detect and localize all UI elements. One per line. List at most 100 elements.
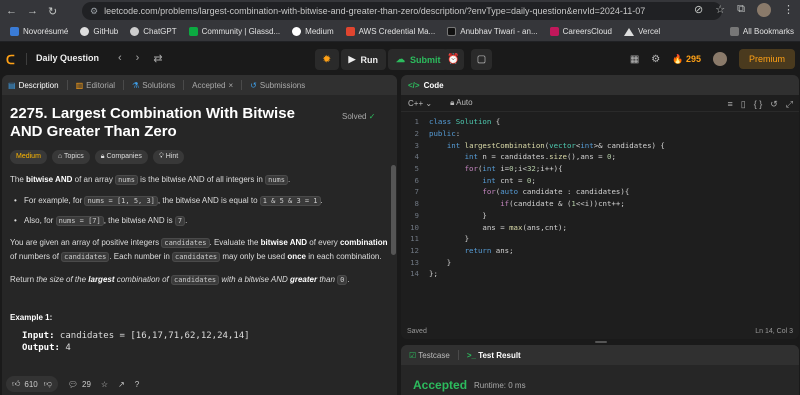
divider — [457, 350, 459, 360]
code-line[interactable]: 10 ans = max(ans,cnt); — [401, 221, 799, 233]
description-panel: ▤ Description ▥ Editorial ⚗ Solutions Accep… — [2, 75, 397, 395]
run-submit-group: ✹ ▶ Run ☁ Submit — [315, 49, 449, 70]
notes-button[interactable]: ▢ — [471, 49, 492, 70]
vote-group: 👍︎ 610 👎︎ — [6, 376, 58, 392]
close-icon[interactable]: × — [229, 81, 234, 90]
favorite-button[interactable]: ☆ — [101, 380, 108, 389]
debug-button[interactable]: ✹ — [315, 49, 339, 70]
prev-problem-icon[interactable]: ‹ — [118, 52, 122, 65]
bookmark-careerscloud[interactable]: CareersCloud — [549, 27, 612, 36]
code-line[interactable]: 13 } — [401, 256, 799, 268]
format-icon[interactable]: ≡ — [728, 99, 733, 110]
code-line[interactable]: 12 return ans; — [401, 245, 799, 257]
timer-button[interactable]: ⏰ — [443, 49, 464, 70]
profile-avatar[interactable] — [757, 3, 771, 17]
topics-chip[interactable]: ⌂ Topics — [51, 150, 90, 164]
url-text: leetcode.com/problems/largest-combinatio… — [104, 6, 646, 16]
address-bar[interactable]: ⚙ leetcode.com/problems/largest-combinat… — [82, 2, 722, 20]
code-line[interactable]: 1 class Solution { — [401, 116, 799, 128]
leetcode-logo-icon[interactable]: ᑕ — [6, 53, 15, 67]
editor-actions: ≡ ▯ { } ↺ ⤢ — [728, 99, 793, 110]
bookmark-vercel[interactable]: Vercel — [623, 27, 660, 36]
dislike-button[interactable]: 👎︎ — [44, 379, 52, 389]
tab-submissions[interactable]: ↺ Submissions — [250, 81, 305, 90]
all-bookmarks[interactable]: All Bookmarks — [729, 27, 794, 36]
shuffle-icon[interactable]: ⇄ — [153, 52, 162, 65]
bookmark-aws[interactable]: AWS Credential Ma... — [345, 27, 435, 36]
problem-tags: Medium ⌂ Topics 🔒︎ Companies 💡︎ Hint — [10, 150, 389, 164]
next-problem-icon[interactable]: › — [136, 52, 140, 65]
code-line[interactable]: 5 for(int i=0;i<32;i++){ — [401, 163, 799, 175]
hint-chip[interactable]: 💡︎ Hint — [152, 150, 185, 164]
line-number: 7 — [414, 187, 419, 197]
bookmark-novoresume[interactable]: Novorésumé — [10, 27, 68, 36]
code-line[interactable]: 3 int largestCombination(vector<int>& ca… — [401, 139, 799, 151]
comments-button[interactable]: 💬︎ 29 — [68, 380, 91, 389]
code-line[interactable]: 6 int cnt = 0; — [401, 174, 799, 186]
bookmark-chatgpt[interactable]: ChatGPT — [130, 27, 177, 36]
back-icon[interactable]: ← — [6, 5, 17, 18]
braces-icon[interactable]: { } — [754, 99, 763, 110]
code-line[interactable]: 8 if(candidate & (1<<i))cnt++; — [401, 198, 799, 210]
user-avatar[interactable] — [712, 52, 727, 66]
like-button[interactable]: 👍︎ 610 — [12, 379, 38, 389]
bookmark-github[interactable]: GitHub — [80, 27, 118, 36]
help-button[interactable]: ? — [135, 380, 139, 389]
site-info-icon[interactable]: ⚙ — [90, 6, 98, 17]
code-line[interactable]: 11 } — [401, 233, 799, 245]
share-button[interactable]: ↗ — [118, 380, 125, 389]
menu-icon[interactable]: ⋮ — [783, 3, 794, 17]
tab-description[interactable]: ▤ Description — [8, 81, 59, 90]
daily-question-link[interactable]: Daily Question — [36, 53, 99, 63]
language-select[interactable]: C++ ⌄ — [408, 99, 432, 108]
paragraph-3: Return the size of the largest combinati… — [10, 275, 350, 285]
bookmark-anubhav[interactable]: Anubhav Tiwari - an... — [447, 27, 538, 36]
run-button[interactable]: ▶ Run — [340, 49, 386, 70]
code-editor[interactable]: 1 class Solution {2 public: 3 int largestCo… — [401, 116, 799, 280]
tab-accepted[interactable]: Accepted × — [192, 81, 233, 90]
extensions-icon[interactable]: ⧉ — [737, 3, 745, 17]
cursor-position: Ln 14, Col 3 — [755, 327, 793, 335]
scrollbar[interactable] — [391, 165, 396, 255]
companies-chip[interactable]: 🔒︎ Companies — [94, 150, 148, 164]
code-line[interactable]: 14}; — [401, 268, 799, 280]
settings-icon[interactable]: ⚙ — [651, 54, 660, 65]
line-source: int largestCombination(vector<int>& cand… — [446, 140, 665, 150]
topbar-right: ▦ ⚙ 🔥 295 Premium — [630, 49, 800, 69]
resize-handle[interactable] — [595, 341, 607, 343]
bookmark-glassdoor[interactable]: Community | Glassd... — [188, 27, 280, 36]
bookmark-medium[interactable]: Medium — [292, 27, 334, 36]
example-input: Input: candidates = [16,17,71,62,12,24,1… — [22, 331, 250, 341]
tab-solutions[interactable]: ⚗ Solutions — [132, 81, 175, 90]
reset-icon[interactable]: ↺ — [770, 99, 778, 110]
result-status: Accepted — [413, 378, 468, 392]
tab-editorial[interactable]: ▥ Editorial — [76, 81, 115, 90]
forward-icon[interactable]: → — [27, 5, 38, 18]
expand-icon[interactable]: ⤢ — [786, 99, 793, 110]
code-line[interactable]: 9 } — [401, 210, 799, 222]
layout-icon[interactable]: ▦ — [630, 54, 639, 65]
bookmark-icon[interactable]: ▯ — [741, 99, 746, 110]
streak-counter[interactable]: 🔥 295 — [672, 54, 701, 65]
line-source: } — [429, 234, 470, 244]
submit-button[interactable]: ☁ Submit — [387, 49, 449, 70]
line-number: 3 — [414, 140, 419, 150]
tab-test-result[interactable]: >_ Test Result — [467, 351, 521, 360]
line-number: 14 — [410, 269, 419, 279]
book-icon: ▥ — [75, 80, 84, 90]
code-line[interactable]: 4 int n = candidates.size(),ans = 0; — [401, 151, 799, 163]
code-line[interactable]: 7 for(auto candidate : candidates){ — [401, 186, 799, 198]
line-source: int cnt = 0; — [482, 175, 536, 185]
eye-off-icon[interactable]: ⊘ — [694, 3, 703, 17]
tab-testcase[interactable]: ☑ Testcase — [409, 351, 450, 360]
code-line[interactable]: 2 public: — [401, 128, 799, 140]
star-icon[interactable]: ☆ — [715, 3, 725, 17]
thumbs-up-icon: 👍︎ — [12, 379, 21, 388]
premium-button[interactable]: Premium — [738, 49, 795, 69]
problem-title[interactable]: 2275. Largest Combination With Bitwise A… — [10, 105, 330, 141]
bulb-icon: 💡︎ — [158, 153, 166, 160]
reload-icon[interactable]: ↻ — [48, 5, 57, 18]
autocomplete-toggle[interactable]: 🔒︎ Auto — [450, 98, 473, 108]
flask-icon: ⚗ — [132, 80, 140, 90]
bullet-2: Also, for nums = [7], the bitwise AND is… — [10, 215, 389, 227]
